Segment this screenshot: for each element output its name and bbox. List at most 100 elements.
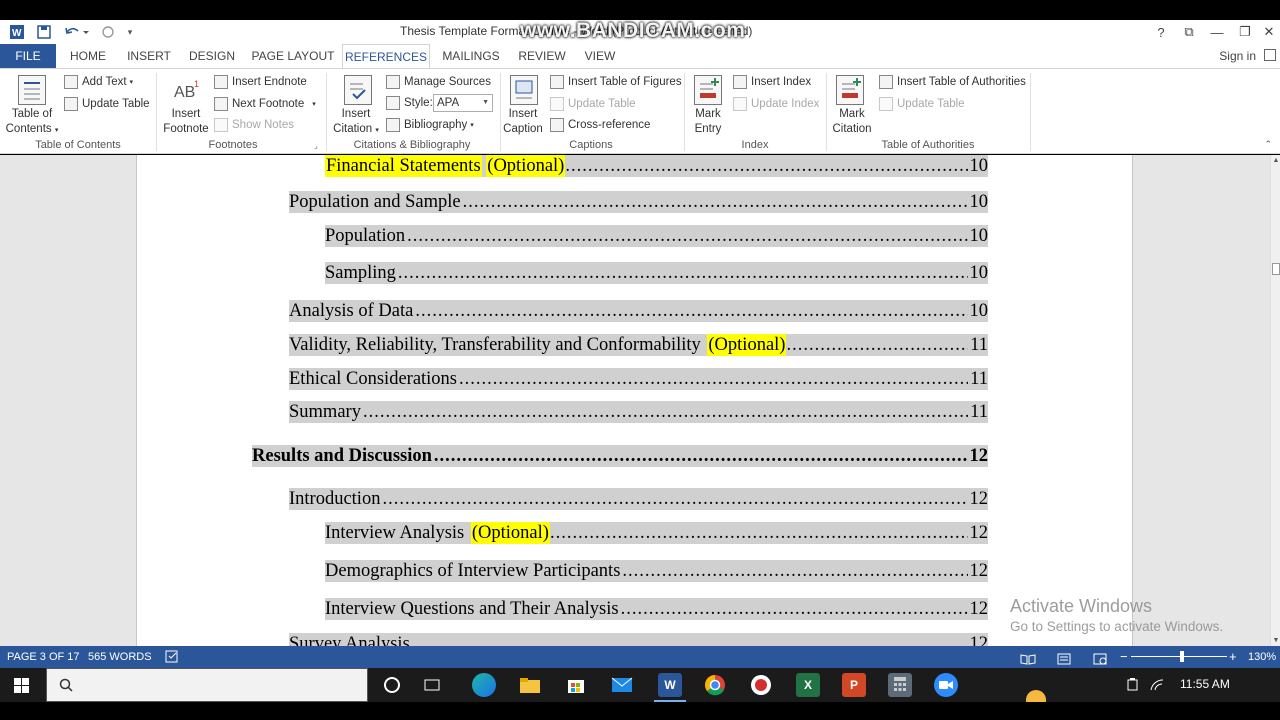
next-footnote-button[interactable]: Next Footnote ▾ — [214, 97, 316, 111]
mark-citation-label-2: Citation — [832, 123, 872, 135]
battery-icon[interactable] — [1126, 678, 1140, 695]
mark-entry-button[interactable]: Mark Entry — [686, 107, 730, 137]
edge-icon[interactable] — [472, 673, 496, 697]
toc-entry[interactable]: Interview Questions and Their Analysis..… — [325, 598, 988, 620]
word-count[interactable]: 565 WORDS — [88, 646, 152, 668]
zoom-in-button[interactable]: + — [1229, 646, 1237, 668]
insert-index-button[interactable]: Insert Index — [733, 75, 811, 89]
tab-references[interactable]: REFERENCES — [342, 44, 430, 69]
powerpoint-icon[interactable]: P — [842, 673, 866, 697]
table-of-contents-icon[interactable] — [18, 75, 46, 105]
mark-citation-button[interactable]: Mark Citation — [828, 107, 876, 137]
show-notes-button[interactable]: Show Notes — [214, 118, 294, 132]
close-button[interactable]: ✕ — [1256, 22, 1280, 42]
zoom-slider-track[interactable] — [1131, 656, 1227, 657]
update-table-authorities-button[interactable]: Update Table — [879, 97, 965, 111]
zoom-out-button[interactable]: − — [1120, 646, 1128, 668]
add-text-button[interactable]: Add Text ▾ — [64, 75, 133, 89]
insert-endnote-icon — [214, 75, 228, 89]
save-icon[interactable] — [34, 22, 54, 42]
calculator-icon[interactable] — [888, 673, 912, 697]
toc-entry[interactable]: Introduction............................… — [289, 488, 988, 510]
citation-style-select[interactable]: APA ▼ — [433, 94, 493, 112]
toc-entry[interactable]: Analysis of Data........................… — [289, 300, 988, 322]
toc-entry[interactable]: Results and Discussion..................… — [252, 445, 988, 467]
taskbar-clock[interactable]: 11:55 AM — [1180, 677, 1230, 691]
customize-qat-icon[interactable]: ▾ — [122, 22, 138, 42]
tab-mailings[interactable]: MAILINGS — [438, 44, 504, 68]
toc-entry[interactable]: Interview Analysis (Optional)...........… — [325, 522, 988, 544]
zoom-slider-thumb[interactable] — [1180, 651, 1184, 662]
cortana-icon[interactable] — [380, 673, 404, 697]
tab-view[interactable]: VIEW — [580, 44, 620, 68]
microsoft-store-icon[interactable] — [564, 673, 588, 697]
word-app-icon[interactable]: W — [6, 22, 28, 42]
file-explorer-icon[interactable] — [518, 673, 542, 697]
bibliography-button[interactable]: Bibliography ▾ — [386, 118, 474, 132]
cross-reference-button[interactable]: Cross-reference — [550, 118, 650, 132]
sign-in-link[interactable]: Sign in — [1219, 44, 1256, 68]
insert-endnote-button[interactable]: Insert Endnote — [214, 75, 307, 89]
tab-insert[interactable]: INSERT — [124, 44, 174, 68]
insert-table-of-authorities-button[interactable]: Insert Table of Authorities — [879, 75, 1026, 89]
minimize-button[interactable]: — — [1204, 22, 1230, 42]
table-of-contents-button[interactable]: Table of Contents ▾ — [4, 107, 60, 138]
toc-entry[interactable]: Validity, Reliability, Transferability a… — [289, 334, 988, 356]
toc-entry[interactable]: Financial Statements (Optional).........… — [325, 155, 988, 177]
weather-icon[interactable] — [1026, 690, 1046, 702]
wifi-icon[interactable] — [1150, 678, 1164, 695]
toc-entry[interactable]: Population and Sample...................… — [289, 191, 988, 213]
scroll-up-icon[interactable]: ▲ — [1271, 157, 1280, 164]
restore-button[interactable]: ❐ — [1232, 22, 1258, 42]
update-index-button[interactable]: Update Index — [733, 97, 819, 111]
tab-home[interactable]: HOME — [64, 44, 112, 68]
scroll-down-icon[interactable]: ▼ — [1271, 637, 1280, 644]
insert-footnote-icon[interactable]: AB 1 — [172, 75, 200, 105]
mark-citation-icon[interactable] — [836, 75, 864, 105]
toc-entry[interactable]: Population..............................… — [325, 225, 988, 247]
zoom-app-icon[interactable] — [934, 673, 958, 697]
manage-sources-button[interactable]: Manage Sources — [386, 75, 491, 89]
insert-caption-icon[interactable] — [510, 75, 538, 105]
toc-entry-title: Analysis of Data — [289, 300, 416, 322]
insert-footnote-button[interactable]: Insert Footnote — [160, 107, 212, 137]
toc-entry-title: Financial Statements — [325, 155, 482, 177]
taskbar-search-box[interactable] — [46, 668, 368, 702]
redo-icon[interactable] — [98, 22, 118, 42]
excel-icon[interactable]: X — [796, 673, 820, 697]
windows-start-icon[interactable] — [14, 678, 30, 697]
collapse-ribbon-icon[interactable]: ⌃ — [1264, 139, 1272, 150]
footnotes-dialog-launcher-icon[interactable]: ⌟ — [314, 141, 318, 150]
word-taskbar-icon[interactable]: W — [654, 673, 686, 702]
toc-entry[interactable]: Survey Analysis.........................… — [289, 633, 988, 646]
chevron-down-icon: ▼ — [482, 99, 489, 106]
task-view-icon[interactable] — [420, 673, 444, 697]
recording-watermark: www.BANDICAM.com — [520, 19, 746, 42]
vertical-scrollbar[interactable]: ▲ ▼ — [1270, 155, 1280, 646]
tab-review[interactable]: REVIEW — [516, 44, 568, 68]
toc-entry[interactable]: Sampling................................… — [325, 262, 988, 284]
page-count[interactable]: PAGE 3 OF 17 — [7, 646, 80, 668]
insert-caption-button[interactable]: Insert Caption — [500, 107, 546, 137]
scrollbar-thumb[interactable] — [1272, 263, 1280, 275]
ribbon-display-options-icon[interactable]: ⧉ — [1176, 22, 1202, 42]
update-table-button[interactable]: Update Table — [64, 97, 150, 111]
chrome-icon[interactable] — [703, 673, 727, 697]
help-icon[interactable]: ? — [1148, 22, 1174, 42]
undo-icon[interactable] — [62, 22, 92, 42]
tab-page-layout[interactable]: PAGE LAYOUT — [250, 44, 336, 68]
tab-file[interactable]: FILE — [0, 44, 56, 68]
toc-entry[interactable]: Ethical Considerations..................… — [289, 368, 988, 390]
insert-citation-button[interactable]: Insert Citation ▾ — [328, 107, 384, 138]
zoom-level[interactable]: 130% — [1248, 646, 1276, 668]
mark-entry-icon[interactable] — [694, 75, 722, 105]
record-icon[interactable] — [749, 673, 773, 697]
insert-citation-icon[interactable] — [344, 75, 372, 105]
insert-table-of-figures-button[interactable]: Insert Table of Figures — [550, 75, 682, 89]
mail-icon[interactable] — [610, 673, 634, 697]
tab-design[interactable]: DESIGN — [186, 44, 238, 68]
toc-entry[interactable]: Summary.................................… — [289, 401, 988, 423]
account-icon[interactable] — [1264, 49, 1276, 61]
update-table-figures-button[interactable]: Update Table — [550, 97, 636, 111]
toc-entry[interactable]: Demographics of Interview Participants..… — [325, 560, 988, 582]
